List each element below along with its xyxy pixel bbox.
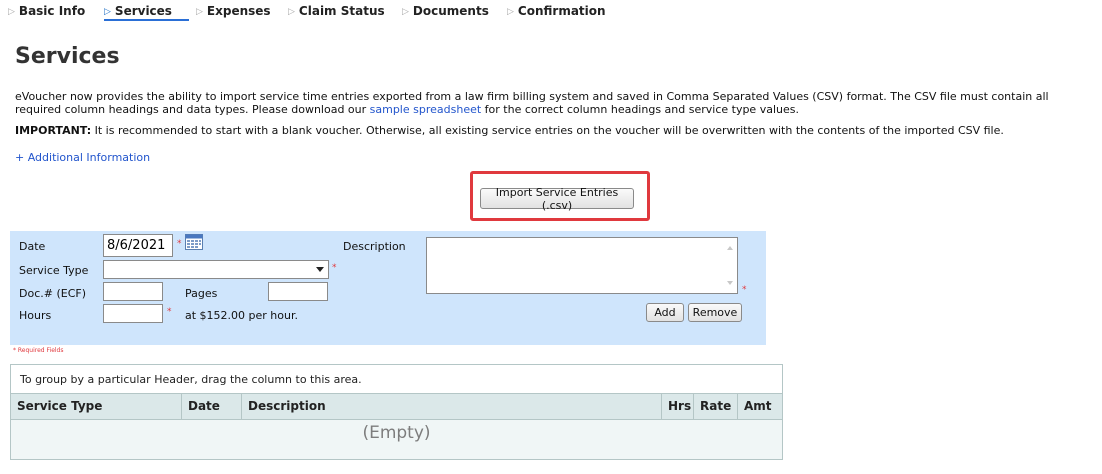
grid-empty-message: (Empty) (362, 423, 431, 443)
column-header-service-type[interactable]: Service Type (11, 394, 181, 419)
tab-label: Claim Status (298, 4, 385, 18)
additional-information-link[interactable]: + Additional Information (15, 151, 150, 164)
grid-header-row: Service Type Date Description Hrs Rate A… (11, 394, 782, 420)
date-input[interactable] (103, 234, 173, 257)
tab-label: Expenses (206, 4, 271, 18)
service-type-select[interactable] (103, 260, 329, 279)
group-by-area[interactable]: To group by a particular Header, drag th… (11, 365, 782, 394)
tab-label: Confirmation (517, 4, 606, 18)
tab-claim-status[interactable]: ▷ Claim Status (288, 4, 385, 18)
column-header-date[interactable]: Date (181, 394, 241, 419)
required-marker: * (742, 285, 747, 295)
intro-paragraph: eVoucher now provides the ability to imp… (15, 90, 1095, 116)
page-title: Services (15, 44, 120, 69)
service-entry-form: Date * Service Type * Doc.# (ECF) Pages … (10, 231, 766, 345)
tab-arrow-icon: ▷ (288, 7, 295, 17)
hourly-rate-text: at $152.00 per hour. (185, 309, 298, 322)
date-label: Date (19, 240, 46, 253)
group-by-hint: To group by a particular Header, drag th… (20, 373, 362, 386)
important-text: It is recommended to start with a blank … (91, 124, 1004, 137)
description-textarea[interactable] (426, 237, 738, 294)
tab-expenses[interactable]: ▷ Expenses (196, 4, 271, 18)
wizard-tabs: ▷ Basic Info ▷ Services ▷ Expenses ▷ Claim S… (0, 0, 1102, 22)
active-tab-indicator (104, 19, 189, 21)
tab-documents[interactable]: ▷ Documents (402, 4, 489, 18)
pages-input[interactable] (268, 282, 328, 301)
tab-arrow-icon: ▷ (8, 7, 15, 17)
doc-ecf-input[interactable] (103, 282, 163, 301)
column-header-hrs[interactable]: Hrs (661, 394, 693, 419)
tab-confirmation[interactable]: ▷ Confirmation (507, 4, 606, 18)
important-paragraph: IMPORTANT: It is recommended to start wi… (15, 124, 1095, 137)
tab-arrow-icon: ▷ (104, 7, 111, 17)
required-fields-note: * Required Fields (13, 347, 64, 354)
services-grid: To group by a particular Header, drag th… (10, 364, 783, 460)
column-header-amt[interactable]: Amt (737, 394, 782, 419)
column-header-rate[interactable]: Rate (693, 394, 737, 419)
tab-label: Basic Info (18, 4, 86, 18)
tab-label: Documents (412, 4, 489, 18)
tab-arrow-icon: ▷ (507, 7, 514, 17)
important-label: IMPORTANT: (15, 124, 92, 137)
remove-button[interactable]: Remove (688, 303, 742, 322)
chevron-down-icon (316, 267, 324, 272)
tab-basic-info[interactable]: ▷ Basic Info (8, 4, 85, 18)
tab-arrow-icon: ▷ (402, 7, 409, 17)
doc-ecf-label: Doc.# (ECF) (19, 287, 86, 300)
tab-arrow-icon: ▷ (196, 7, 203, 17)
calendar-icon[interactable] (185, 234, 203, 250)
hours-label: Hours (19, 309, 52, 322)
required-marker: * (177, 239, 182, 249)
column-header-description[interactable]: Description (241, 394, 661, 419)
hours-input[interactable] (103, 304, 163, 323)
import-service-entries-button[interactable]: Import Service Entries (.csv) (480, 186, 634, 212)
service-type-label: Service Type (19, 264, 89, 277)
description-label: Description (343, 240, 406, 253)
pages-label: Pages (185, 287, 218, 300)
tab-services[interactable]: ▷ Services (104, 4, 172, 18)
required-marker: * (332, 263, 337, 273)
tab-label: Services (114, 4, 172, 18)
required-marker: * (167, 307, 172, 317)
add-button[interactable]: Add (646, 303, 684, 322)
scroll-up-icon[interactable] (727, 246, 733, 250)
intro-text-end: for the correct column headings and serv… (481, 103, 799, 116)
sample-spreadsheet-link[interactable]: sample spreadsheet (370, 103, 482, 116)
scroll-down-icon[interactable] (727, 281, 733, 285)
